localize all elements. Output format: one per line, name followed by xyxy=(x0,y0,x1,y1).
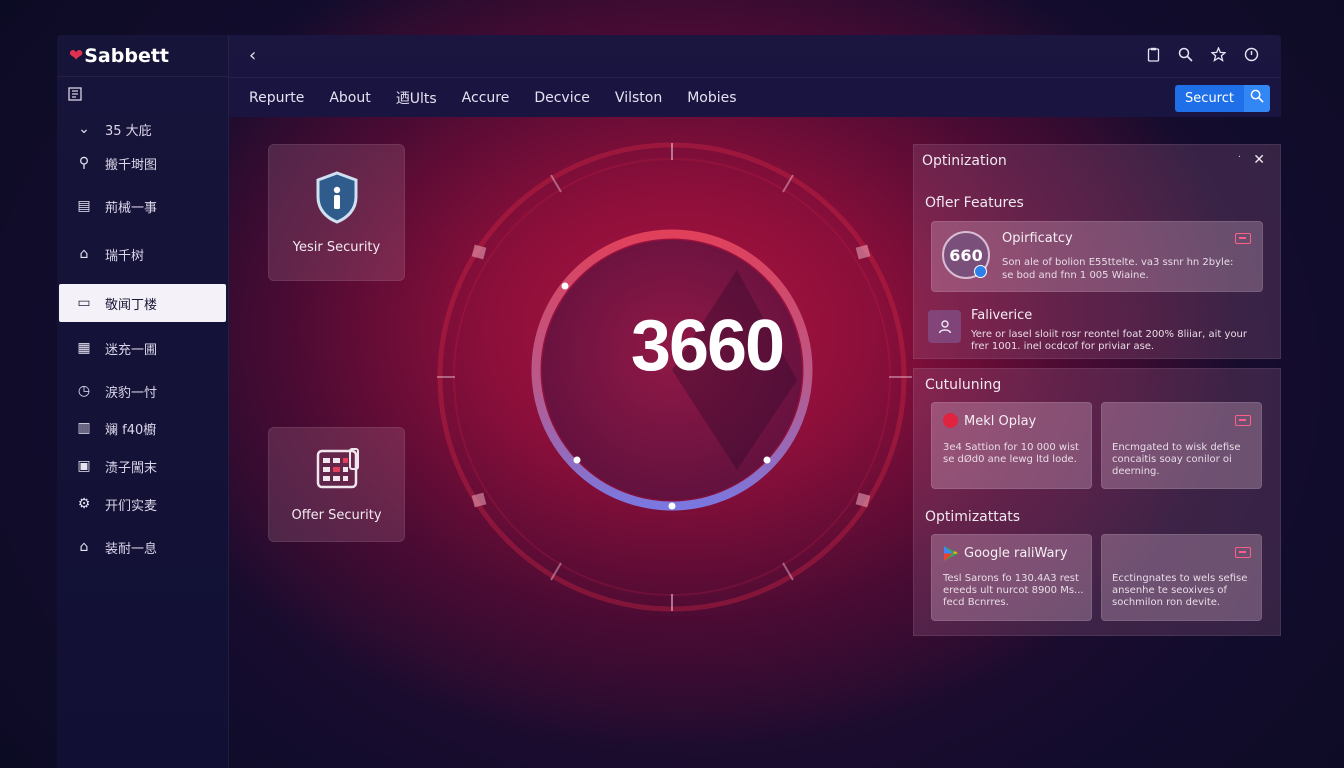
sidebar-item-2[interactable]: ⚲ 搬千埘图 xyxy=(59,144,226,182)
sidebar: ❤ Sabbett ⌄ 35 大庇 ⚲ 搬千埘图 ▤ 荊械一事 ⌂ 瑞千树 ▭ … xyxy=(57,35,229,768)
card-1-title: Mekl Oplay xyxy=(964,414,1037,429)
tab-ults[interactable]: 迺Ults xyxy=(396,88,437,108)
sidebar-item-label: 瑞千树 xyxy=(105,248,145,264)
home-icon: ⌂ xyxy=(79,246,89,262)
sidebar-item-label: 敬闻丁楼 xyxy=(105,297,158,313)
tab-decvice[interactable]: Decvice xyxy=(534,90,590,106)
card-icon[interactable] xyxy=(1235,547,1251,558)
ring-dot xyxy=(668,502,676,510)
sidebar-item-8[interactable]: ▥ 斓 f40櫥 xyxy=(59,409,226,447)
sidebar-item-7[interactable]: ◷ 涙豹一忖 xyxy=(59,372,226,410)
card-4-desc-line-3: sochmilon ron devite. xyxy=(1112,597,1221,608)
sidebar-item-label: 搬千埘图 xyxy=(105,157,158,173)
calendar-icon: ▥ xyxy=(77,420,91,436)
feature-2-desc-line-2: frer 1001. inel ocdcof for priviar ase. xyxy=(971,341,1155,352)
section-2-title: Cutuluning xyxy=(925,377,1002,393)
sidebar-item-label: 渍子闖末 xyxy=(105,460,158,476)
sidebar-item-label: 35 大庇 xyxy=(105,123,152,139)
card-icon[interactable] xyxy=(1235,415,1251,426)
card-icon: ▣ xyxy=(77,458,91,474)
feature-1-desc-line-2: se bod and fnn 1 005 Wiaine. xyxy=(1002,270,1149,281)
security-card-label: Yesir Security xyxy=(292,240,381,255)
search-button-label: Securct xyxy=(1185,91,1234,106)
toolbar xyxy=(1147,46,1259,66)
tab-accure[interactable]: Accure xyxy=(462,90,510,106)
sidebar-item-9[interactable]: ▣ 渍子闖末 xyxy=(59,447,226,485)
close-icon[interactable]: ✕ xyxy=(1253,152,1265,168)
feature-1-desc-line-1: Son ale of bolion E55ttelte. va3 ssnr hn… xyxy=(1002,257,1234,268)
ring-dot xyxy=(561,282,569,290)
play-icon xyxy=(943,413,958,428)
tab-mobies[interactable]: Mobies xyxy=(687,90,736,106)
gear-icon: ⚙ xyxy=(77,496,91,512)
section-3-title: Optimizattats xyxy=(925,509,1021,525)
offer-security-label: Offer Security xyxy=(291,508,382,523)
offer-security-card[interactable]: Offer Security xyxy=(268,427,405,542)
google-play-icon xyxy=(943,545,959,566)
card-1-desc-line-2: se dØd0 ane lewg ltd lode. xyxy=(943,454,1077,465)
refresh-icon xyxy=(974,265,987,278)
chevron-down-icon: ⌄ xyxy=(78,121,90,137)
ring-dot xyxy=(573,456,581,464)
sidebar-item-label: 涙豹一忖 xyxy=(105,385,158,401)
score-value: 3660 xyxy=(630,306,785,386)
features-title: Ofler Features xyxy=(925,195,1024,211)
sidebar-item-3[interactable]: ▤ 荊械一事 xyxy=(59,187,226,225)
tab-repurte[interactable]: Repurte xyxy=(249,90,304,106)
tab-about[interactable]: About xyxy=(329,90,370,106)
back-arrow-icon[interactable]: ‹ xyxy=(249,45,256,66)
document-icon: ▭ xyxy=(77,295,91,311)
ring-dot xyxy=(763,456,771,464)
sidebar-item-4[interactable]: ⌂ 瑞千树 xyxy=(59,235,226,273)
clock-icon[interactable] xyxy=(1244,47,1259,66)
brand-logo[interactable]: ❤ Sabbett xyxy=(57,35,228,77)
user-icon xyxy=(928,310,961,343)
heart-icon: ❤ xyxy=(69,45,84,66)
clipboard-icon[interactable] xyxy=(1147,47,1160,66)
card-icon[interactable] xyxy=(1235,233,1251,244)
tab-vilston[interactable]: Vilston xyxy=(615,90,662,106)
list-icon: ▤ xyxy=(77,198,91,214)
sidebar-item-label: 装耐一息 xyxy=(105,541,158,557)
brand-name: Sabbett xyxy=(84,44,170,67)
search-icon: ⚲ xyxy=(78,155,90,171)
header: ‹ Repurte About 迺Ults Accure Decvice Vil… xyxy=(229,35,1281,117)
grid-icon: ▦ xyxy=(77,340,91,356)
history-icon: ◷ xyxy=(77,383,91,399)
sidebar-item-1[interactable]: ⌄ 35 大庇 xyxy=(59,110,226,148)
feature-2-title: Faliverice xyxy=(971,308,1033,323)
sidebar-item-label: 荊械一事 xyxy=(105,200,158,216)
shield-icon xyxy=(313,170,361,228)
card-3-title: Google raliWary xyxy=(964,546,1068,561)
feature-1-title: Opirficatcy xyxy=(1002,231,1073,246)
app-window: ❤ Sabbett ⌄ 35 大庇 ⚲ 搬千埘图 ▤ 荊械一事 ⌂ 瑞千树 ▭ … xyxy=(57,35,1281,768)
sidebar-item-label: 开们实麦 xyxy=(105,498,158,514)
security-card[interactable]: Yesir Security xyxy=(268,144,405,281)
sidebar-item-10[interactable]: ⚙ 开们实麦 xyxy=(59,485,226,523)
panel-toggle-icon[interactable] xyxy=(68,87,84,103)
card-2-desc-line-3: deerning. xyxy=(1112,466,1160,477)
sidebar-item-label: 迷充一圃 xyxy=(105,342,158,358)
nav-tabs: Repurte About 迺Ults Accure Decvice Vilst… xyxy=(229,77,1281,117)
panel-more-icon[interactable]: · xyxy=(1238,152,1241,163)
search-icon[interactable] xyxy=(1178,47,1193,66)
panel-title: Optinization xyxy=(922,153,1007,169)
search-icon xyxy=(1244,85,1270,112)
sidebar-item-label: 斓 f40櫥 xyxy=(105,422,157,438)
star-icon[interactable] xyxy=(1210,46,1227,66)
calendar-grid-icon xyxy=(314,446,360,496)
sidebar-item-11[interactable]: ⌂ 装耐一息 xyxy=(59,528,226,566)
sidebar-item-6[interactable]: ▦ 迷充一圃 xyxy=(59,329,226,367)
home-icon: ⌂ xyxy=(79,539,89,555)
search-button[interactable]: Securct xyxy=(1175,85,1270,112)
sidebar-item-5-active[interactable]: ▭ 敬闻丁楼 xyxy=(59,284,226,322)
card-3-desc-line-3: fecd Bcnrres. xyxy=(943,597,1009,608)
